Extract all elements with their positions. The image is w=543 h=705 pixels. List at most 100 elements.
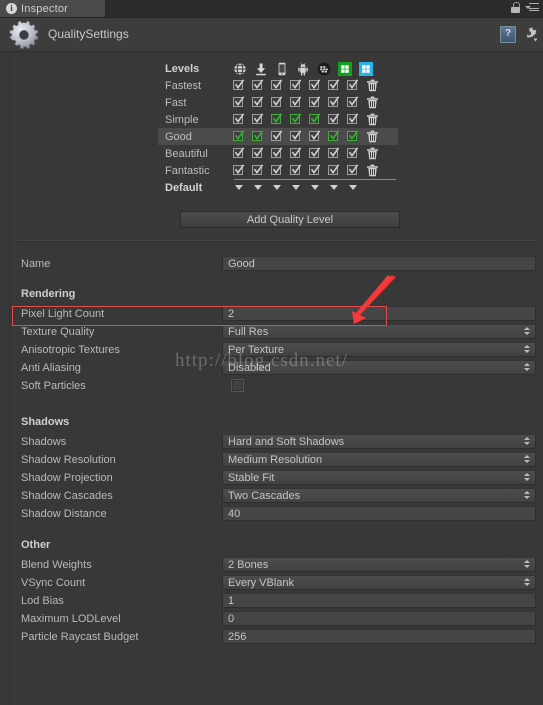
tab-inspector[interactable]: i Inspector xyxy=(0,0,106,17)
web-player-icon[interactable] xyxy=(233,61,247,76)
shadows-row-shadow-projection: Shadow Projection Stable Fit xyxy=(10,470,543,487)
quality-level-row-good[interactable]: Good xyxy=(158,128,398,145)
platform-checkbox[interactable] xyxy=(252,129,264,143)
shadows-dropdown[interactable]: Medium Resolution xyxy=(222,452,536,467)
platform-checkbox[interactable] xyxy=(309,163,321,177)
platform-checkbox[interactable] xyxy=(271,163,283,177)
quality-level-row-fantastic[interactable]: Fantastic xyxy=(158,162,398,179)
default-level-arrow[interactable] xyxy=(252,185,264,190)
platform-checkbox[interactable] xyxy=(347,163,359,177)
rendering-dropdown[interactable]: Per Texture xyxy=(222,342,536,357)
platform-checkbox[interactable] xyxy=(328,95,340,109)
shadows-dropdown[interactable]: Two Cascades xyxy=(222,488,536,503)
standalone-icon[interactable] xyxy=(254,62,268,76)
windows-phone-icon[interactable] xyxy=(359,61,373,76)
platform-checkbox[interactable] xyxy=(309,95,321,109)
platform-checkbox[interactable] xyxy=(233,95,245,109)
platform-checkbox[interactable] xyxy=(290,95,302,109)
blackberry-icon[interactable] xyxy=(317,62,331,76)
inspector-tab-bar: i Inspector xyxy=(0,0,543,18)
other-input[interactable]: 256 xyxy=(222,629,536,644)
platform-checkbox[interactable] xyxy=(309,78,321,92)
shadows-dropdown[interactable]: Hard and Soft Shadows xyxy=(222,434,536,449)
platform-checkbox[interactable] xyxy=(347,78,359,92)
rendering-checkbox[interactable] xyxy=(231,379,244,392)
trash-icon[interactable] xyxy=(366,164,379,177)
platform-checkbox[interactable] xyxy=(233,78,245,92)
other-row-blend-weights: Blend Weights 2 Bones xyxy=(10,557,543,574)
trash-icon[interactable] xyxy=(366,147,379,160)
quality-level-row-fastest[interactable]: Fastest xyxy=(158,77,398,94)
quality-level-row-fast[interactable]: Fast xyxy=(158,94,398,111)
default-level-arrow[interactable] xyxy=(290,185,302,190)
platform-checkbox[interactable] xyxy=(347,129,359,143)
other-dropdown[interactable]: Every VBlank xyxy=(222,575,536,590)
default-level-arrow[interactable] xyxy=(309,185,321,190)
platform-checkbox[interactable] xyxy=(252,95,264,109)
hamburger-menu-icon[interactable] xyxy=(525,3,539,13)
platform-checkbox[interactable] xyxy=(347,95,359,109)
platform-checkbox[interactable] xyxy=(328,78,340,92)
platform-checkbox[interactable] xyxy=(290,129,302,143)
gear-dropdown-icon[interactable] xyxy=(522,27,538,42)
android-icon[interactable] xyxy=(296,62,310,76)
windows-store-icon[interactable] xyxy=(338,61,352,76)
platform-checkbox[interactable] xyxy=(328,146,340,160)
platform-checkbox[interactable] xyxy=(309,146,321,160)
platform-checkbox[interactable] xyxy=(309,129,321,143)
add-quality-level-button[interactable]: Add Quality Level xyxy=(180,211,400,228)
name-label: Name xyxy=(21,258,51,270)
platform-checkbox-row xyxy=(233,129,359,143)
quality-level-row-simple[interactable]: Simple xyxy=(158,111,398,128)
platform-checkbox[interactable] xyxy=(290,112,302,126)
platform-checkbox[interactable] xyxy=(271,95,283,109)
other-input[interactable]: 1 xyxy=(222,593,536,608)
platform-checkbox[interactable] xyxy=(271,112,283,126)
platform-checkbox[interactable] xyxy=(252,112,264,126)
trash-icon[interactable] xyxy=(366,113,379,126)
platform-checkbox[interactable] xyxy=(233,146,245,160)
default-level-arrow[interactable] xyxy=(233,185,245,190)
quality-level-label: Fast xyxy=(165,96,187,109)
quality-level-row-beautiful[interactable]: Beautiful xyxy=(158,145,398,162)
rendering-row-pixel-light-count: Pixel Light Count 2 xyxy=(10,306,543,323)
trash-icon[interactable] xyxy=(366,79,379,92)
platform-checkbox[interactable] xyxy=(252,146,264,160)
other-row-particle-raycast-budget: Particle Raycast Budget 256 xyxy=(10,629,543,646)
default-level-arrow[interactable] xyxy=(328,185,340,190)
platform-checkbox[interactable] xyxy=(290,163,302,177)
help-book-icon[interactable]: ? xyxy=(500,26,516,43)
other-dropdown[interactable]: 2 Bones xyxy=(222,557,536,572)
platform-checkbox[interactable] xyxy=(271,129,283,143)
trash-icon[interactable] xyxy=(366,96,379,109)
default-level-arrow[interactable] xyxy=(271,185,283,190)
platform-checkbox[interactable] xyxy=(252,163,264,177)
platform-checkbox[interactable] xyxy=(233,129,245,143)
ios-icon[interactable] xyxy=(275,62,289,76)
platform-checkbox[interactable] xyxy=(328,129,340,143)
shadows-dropdown[interactable]: Stable Fit xyxy=(222,470,536,485)
rendering-dropdown[interactable]: Disabled xyxy=(222,360,536,375)
platform-checkbox[interactable] xyxy=(252,78,264,92)
platform-checkbox[interactable] xyxy=(347,146,359,160)
platform-checkbox[interactable] xyxy=(271,146,283,160)
platform-checkbox[interactable] xyxy=(290,146,302,160)
page-title: QualitySettings xyxy=(48,27,129,41)
platform-checkbox[interactable] xyxy=(271,78,283,92)
other-input[interactable]: 0 xyxy=(222,611,536,626)
default-level-arrow[interactable] xyxy=(347,185,359,190)
rendering-input[interactable]: 2 xyxy=(222,306,536,321)
platform-checkbox[interactable] xyxy=(328,163,340,177)
shadows-input[interactable]: 40 xyxy=(222,506,536,521)
trash-icon[interactable] xyxy=(366,130,379,143)
lock-icon[interactable] xyxy=(511,2,520,14)
name-input[interactable]: Good xyxy=(222,256,536,271)
platform-checkbox[interactable] xyxy=(233,163,245,177)
platform-checkbox[interactable] xyxy=(233,112,245,126)
rendering-dropdown[interactable]: Full Res xyxy=(222,324,536,339)
platform-checkbox[interactable] xyxy=(290,78,302,92)
platform-checkbox[interactable] xyxy=(347,112,359,126)
updown-arrows-icon xyxy=(524,327,531,338)
platform-checkbox[interactable] xyxy=(309,112,321,126)
platform-checkbox[interactable] xyxy=(328,112,340,126)
